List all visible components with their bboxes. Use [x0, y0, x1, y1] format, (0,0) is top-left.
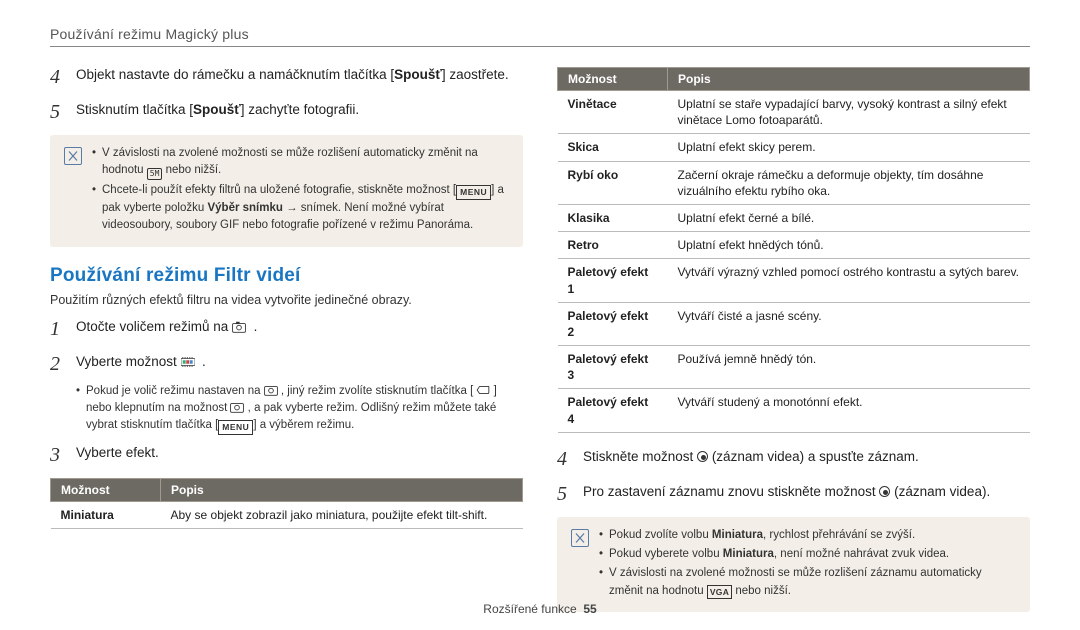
manual-page: Používání režimu Magický plus 4 Objekt n…: [0, 0, 1080, 630]
th-desc: Popis: [161, 478, 523, 501]
left-column: 4 Objekt nastavte do rámečku a namáčknut…: [50, 65, 523, 630]
table-row: VinětaceUplatní se staře vypadající barv…: [558, 91, 1030, 134]
right-column: Možnost Popis VinětaceUplatní se staře v…: [557, 65, 1030, 630]
step-number: 5: [50, 100, 76, 125]
note-body: Pokud zvolíte volbu Miniatura, rychlost …: [599, 527, 1016, 602]
table-row: Paletový efekt 1Vytváří výrazný vzhled p…: [558, 259, 1030, 302]
step-5: 5 Stisknutím tlačítka [Spoušť] zachyťte …: [50, 100, 523, 125]
film-filter-icon: [181, 356, 195, 368]
step-2: 2 Vyberte možnost .: [50, 352, 523, 377]
page-footer: Rozšířené funkce 55: [0, 602, 1080, 616]
step-text: Objekt nastavte do rámečku a namáčknutím…: [76, 65, 523, 90]
section-desc: Použitím různých efektů filtru na videa …: [50, 293, 523, 307]
step-number: 5: [557, 482, 583, 507]
table-row: SkicaUplatní efekt skicy perem.: [558, 134, 1030, 161]
note-icon: [64, 147, 82, 165]
step-4-right: 4 Stiskněte možnost (záznam videa) a spu…: [557, 447, 1030, 472]
step-text: Vyberte efekt.: [76, 443, 523, 468]
step-text: Stisknutím tlačítka [Spoušť] zachyťte fo…: [76, 100, 523, 125]
section-title: Používání režimu Filtr videí: [50, 265, 523, 287]
th-desc: Popis: [668, 68, 1030, 91]
menu-icon: MENU: [218, 420, 253, 435]
note-icon: [571, 529, 589, 547]
record-icon: [879, 486, 890, 497]
camera-mode-icon: [232, 321, 246, 333]
step-number: 3: [50, 443, 76, 468]
step-1: 1 Otočte voličem režimů na .: [50, 317, 523, 342]
camera-mode-icon: [230, 401, 244, 413]
th-option: Možnost: [51, 478, 161, 501]
table-row: RetroUplatní efekt hnědých tónů.: [558, 232, 1030, 259]
resolution-5m-icon: 5M: [147, 168, 163, 180]
table-row: Paletový efekt 4Vytváří studený a monotó…: [558, 389, 1030, 432]
note-box-left: V závislosti na zvolené možnosti se může…: [50, 135, 523, 247]
table-row: Rybí okoZačerní okraje rámečku a deformu…: [558, 161, 1030, 204]
step-3: 3 Vyberte efekt.: [50, 443, 523, 468]
table-row: Paletový efekt 2Vytváří čisté a jasné sc…: [558, 302, 1030, 345]
options-table-right: Možnost Popis VinětaceUplatní se staře v…: [557, 67, 1030, 433]
step-2-bullets: Pokud je volič režimu nastaven na , jiný…: [76, 383, 523, 435]
menu-icon: MENU: [456, 185, 491, 200]
back-icon: [476, 384, 490, 396]
step-number: 4: [50, 65, 76, 90]
camera-mode-icon: [264, 384, 278, 396]
step-number: 4: [557, 447, 583, 472]
step-text: Stiskněte možnost (záznam videa) a spusť…: [583, 447, 1030, 472]
options-table-left: Možnost Popis Miniatura Aby se objekt zo…: [50, 478, 523, 529]
note-body: V závislosti na zvolené možnosti se může…: [92, 145, 509, 237]
page-header: Používání režimu Magický plus: [50, 26, 1030, 42]
note-box-right: Pokud zvolíte volbu Miniatura, rychlost …: [557, 517, 1030, 612]
th-option: Možnost: [558, 68, 668, 91]
vga-icon: VGA: [707, 585, 732, 600]
step-text: Pro zastavení záznamu znovu stiskněte mo…: [583, 482, 1030, 507]
step-number: 2: [50, 352, 76, 377]
table-row: Miniatura Aby se objekt zobrazil jako mi…: [51, 501, 523, 528]
record-icon: [697, 451, 708, 462]
step-5-right: 5 Pro zastavení záznamu znovu stiskněte …: [557, 482, 1030, 507]
two-column-layout: 4 Objekt nastavte do rámečku a namáčknut…: [50, 65, 1030, 630]
step-text: Vyberte možnost .: [76, 352, 523, 377]
step-text: Otočte voličem režimů na .: [76, 317, 523, 342]
table-row: Paletový efekt 3Používá jemně hnědý tón.: [558, 346, 1030, 389]
step-4: 4 Objekt nastavte do rámečku a namáčknut…: [50, 65, 523, 90]
step-number: 1: [50, 317, 76, 342]
header-rule: [50, 46, 1030, 47]
table-row: KlasikaUplatní efekt černé a bílé.: [558, 204, 1030, 231]
